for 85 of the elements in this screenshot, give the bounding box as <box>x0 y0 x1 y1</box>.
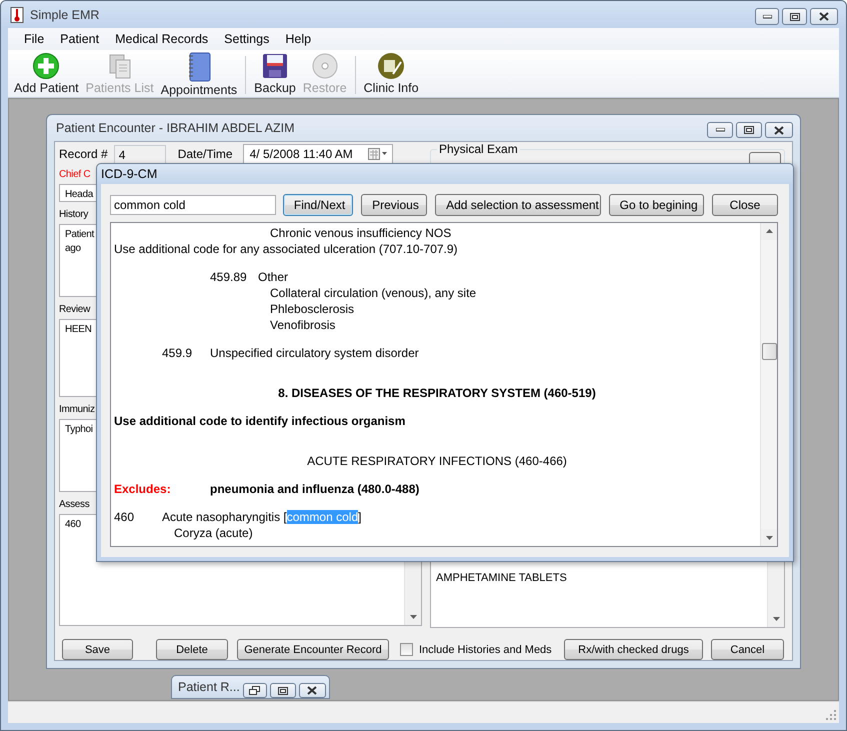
dialog-button[interactable]: Add selection to assessment <box>435 194 601 216</box>
excludes-label: Excludes: <box>114 481 172 497</box>
maximize-icon <box>790 12 800 20</box>
action-button[interactable]: Save <box>62 639 133 660</box>
calendar-icon <box>368 148 388 160</box>
code-text: Use additional code for any associated ulceration (707.10-707.9) <box>114 241 458 257</box>
resize-grip-icon[interactable] <box>825 709 837 721</box>
checkbox-box[interactable] <box>400 643 413 656</box>
field-label: Review <box>59 303 90 317</box>
close-icon <box>774 126 784 134</box>
toolbar-button[interactable]: Appointments <box>158 52 240 97</box>
scroll-thumb[interactable] <box>762 343 777 360</box>
field-label: History <box>59 208 88 222</box>
date-picker[interactable]: 4/ 5/2008 11:40 AM <box>242 144 393 164</box>
maximize-button[interactable] <box>782 8 807 25</box>
field-text: Heada <box>65 188 93 201</box>
chapter-heading: 8. DISEASES OF THE RESPIRATORY SYSTEM (460-519) <box>278 385 596 401</box>
close-button[interactable] <box>298 683 326 698</box>
window-title: Patient Encounter - IBRAHIM ABDEL AZIM <box>56 121 296 135</box>
section-heading: ACUTE RESPIRATORY INFECTIONS (460-466) <box>307 453 567 469</box>
toolbar-button[interactable]: Backup <box>252 52 298 95</box>
action-button[interactable]: Generate Encounter Record <box>237 639 389 660</box>
field-text: AMPHETAMINE TABLETS <box>436 571 567 585</box>
dialog-button[interactable]: Previous <box>361 194 428 216</box>
close-button[interactable] <box>810 8 838 25</box>
field-text: Typhoi <box>65 423 93 437</box>
minimize-icon <box>762 14 772 18</box>
dialog-button[interactable]: Close <box>712 194 778 216</box>
code-number: 459.89 <box>210 269 248 285</box>
code-text: Venofibrosis <box>270 317 336 333</box>
minimized-window[interactable]: Patient R... <box>171 675 330 699</box>
dialog-button[interactable]: Go to begining <box>608 194 704 216</box>
code-text: Collateral circulation (venous), any site <box>270 285 476 301</box>
menu-item[interactable]: Help <box>277 32 320 46</box>
minimize-icon <box>716 128 724 132</box>
window-title: Patient R... <box>178 680 240 694</box>
checkbox[interactable]: Include Histories and Meds <box>400 643 552 656</box>
code-text: Phlebosclerosis <box>270 301 354 317</box>
close-icon <box>819 12 829 21</box>
code-text: Coryza (acute) <box>174 525 253 541</box>
field-text: ago <box>65 242 81 256</box>
field-label: Assess <box>59 498 90 512</box>
thermometer-icon <box>10 6 24 22</box>
code-note: Use additional code to identify infectious organism <box>114 413 406 429</box>
action-button[interactable]: Cancel <box>711 639 784 660</box>
action-button[interactable]: Delete <box>156 639 228 660</box>
menu-item[interactable]: Medical Records <box>107 32 216 46</box>
restore-button[interactable] <box>242 683 267 698</box>
menu-item[interactable]: File <box>16 32 52 46</box>
scrollbar[interactable] <box>760 223 777 546</box>
close-icon <box>307 686 318 695</box>
group-title: Physical Exam <box>437 142 520 156</box>
minimize-button[interactable] <box>707 122 733 138</box>
dialog-title: ICD-9-CM <box>101 167 158 181</box>
restore-icon <box>249 686 260 695</box>
maximize-icon <box>278 686 288 694</box>
record-label: Record # <box>59 147 108 161</box>
code-number: 459.9 <box>162 345 194 361</box>
menu-item[interactable]: Settings <box>216 32 278 46</box>
code-text: Unspecified circulatory system disorder <box>210 345 419 361</box>
maximize-icon <box>744 126 754 134</box>
field-text: HEEN <box>65 323 92 337</box>
date-label: Date/Time <box>178 147 233 161</box>
maximize-button[interactable] <box>736 122 762 138</box>
clipboard-pen-icon <box>377 52 406 80</box>
maximize-button[interactable] <box>270 683 296 698</box>
minimize-button[interactable] <box>755 8 779 25</box>
toolbar-button[interactable]: Add Patient <box>12 52 81 95</box>
field-text: 460 <box>65 518 81 532</box>
record-field[interactable]: 4 <box>114 144 166 164</box>
search-field[interactable]: common cold <box>110 195 276 215</box>
window-title: Simple EMR <box>30 8 100 22</box>
code-text: Chronic venous insufficiency NOS <box>270 225 452 241</box>
code-text: Other <box>258 269 288 285</box>
field-label: Chief C <box>59 168 90 182</box>
code-text: pneumonia and influenza (480.0-488) <box>210 481 420 497</box>
field-label: Immuniz <box>59 403 95 417</box>
toolbar-button[interactable]: Clinic Info <box>362 52 421 95</box>
plus-icon <box>32 52 60 80</box>
disc-icon <box>310 52 339 80</box>
dialog-button[interactable]: Find/Next <box>282 194 354 216</box>
menu-item[interactable]: Patient <box>52 32 108 46</box>
field-text: Patient <box>65 228 94 242</box>
close-button[interactable] <box>765 122 793 138</box>
action-button[interactable]: Rx/with checked drugs <box>564 639 703 660</box>
